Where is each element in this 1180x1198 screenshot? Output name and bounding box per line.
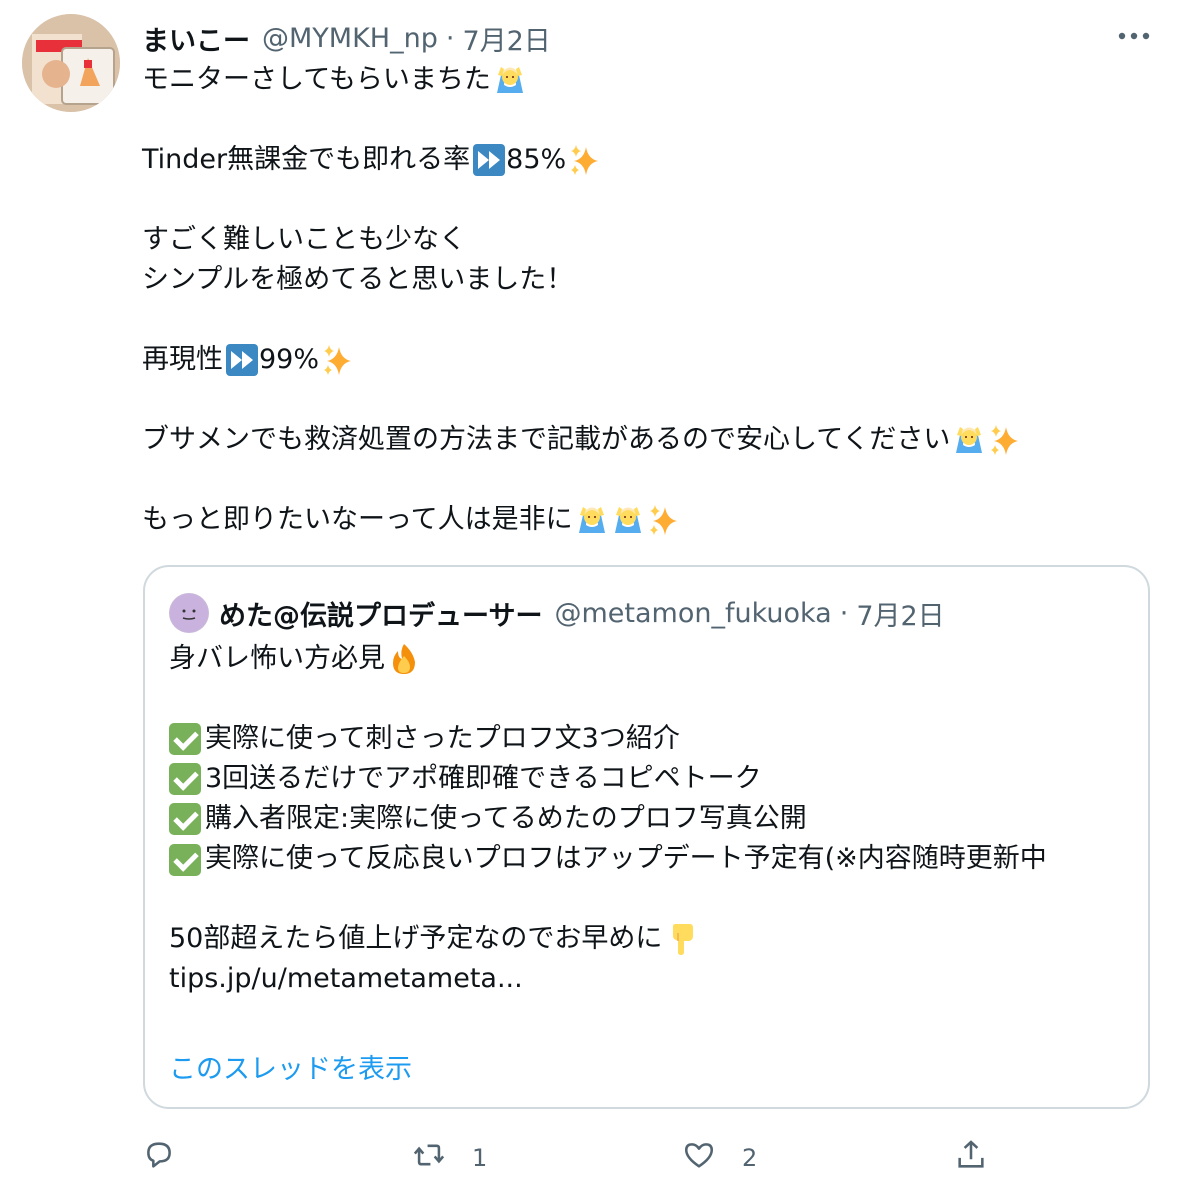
raising-hands-person-emoji-icon <box>575 503 609 537</box>
tweet-line: ブサメンでも救済処置の方法まで記載があるので安心してください <box>142 420 1152 460</box>
like-button[interactable]: 2 <box>682 1134 757 1182</box>
like-count: 2 <box>742 1144 758 1172</box>
tweet-line-text: 再現性 <box>142 344 223 375</box>
tweet-line-text: ブサメンでも救済処置の方法まで記載があるので安心してください <box>142 424 951 455</box>
share-icon <box>954 1138 988 1178</box>
tweet-line-text: シンプルを極めてると思いました！ <box>142 264 574 295</box>
check-mark-icon <box>169 723 201 755</box>
retweet-button[interactable]: 1 <box>412 1134 487 1182</box>
tweet-line-text: モニターさしてもらいまちた <box>142 64 491 95</box>
like-icon <box>682 1138 716 1178</box>
avatar-image <box>22 14 120 112</box>
tweet-actions: 1 2 <box>142 1134 1042 1182</box>
fast-forward-icon <box>225 343 259 377</box>
quoted-line-blank <box>169 679 1129 719</box>
retweet-count: 1 <box>472 1144 488 1172</box>
raising-hands-person-emoji-icon <box>952 423 986 457</box>
tweet-date[interactable]: 7月2日 <box>462 19 550 58</box>
sparkles-icon <box>321 343 355 377</box>
quoted-line-text: 50部超えたら値上げ予定なのでお早めに <box>169 923 663 954</box>
fire-icon <box>387 642 421 676</box>
author-name[interactable]: まいこー <box>142 19 250 58</box>
quoted-link[interactable]: tips.jp/u/metametameta... <box>169 959 523 999</box>
tweet-line-blank <box>142 460 1152 500</box>
share-button[interactable] <box>954 1134 988 1182</box>
reply-icon <box>142 1138 176 1178</box>
quoted-line-text: 実際に使って刺さったプロフ文3つ紹介 <box>205 723 680 754</box>
show-thread-link[interactable]: このスレッドを表示 <box>169 1047 412 1086</box>
quoted-line: 実際に使って刺さったプロフ文3つ紹介 <box>169 719 1129 759</box>
author-avatar[interactable] <box>22 14 120 112</box>
quoted-author-avatar <box>169 593 209 633</box>
quoted-line-text: 実際に使って反応良いプロフはアップデート予定有(※内容随時更新中 <box>205 843 1047 874</box>
sparkles-icon <box>568 143 602 177</box>
quoted-line: 実際に使って反応良いプロフはアップデート予定有(※内容随時更新中 <box>169 839 1129 879</box>
tweet-line-blank <box>142 100 1152 140</box>
sparkles-icon <box>988 423 1022 457</box>
header-separator: · <box>445 22 455 54</box>
raising-hands-person-emoji-icon <box>493 63 527 97</box>
quoted-author-name: めた@伝説プロデューサー <box>219 600 543 632</box>
tweet-line-text: もっと即りたいなーって人は是非に <box>142 504 573 535</box>
quoted-line: 身バレ怖い方必見 <box>169 639 1129 679</box>
quoted-tweet-card[interactable]: めた@伝説プロデューサー @metamon_fukuoka · 7月2日 身バレ… <box>143 565 1150 1109</box>
tweet-line-blank <box>142 180 1152 220</box>
quoted-line: 3回送るだけでアポ確即確できるコピペトーク <box>169 759 1129 799</box>
quoted-line-text: 身バレ怖い方必見 <box>169 643 385 674</box>
more-icon[interactable] <box>1112 18 1156 54</box>
tweet-text: モニターさしてもらいまちた Tinder無課金でも即れる率 85% すごく難しい… <box>142 60 1152 540</box>
author-handle[interactable]: @MYMKH_np <box>262 23 438 54</box>
tweet-line-percent: 85% <box>506 144 567 175</box>
fast-forward-icon <box>472 143 506 177</box>
quoted-author-handle: @metamon_fukuoka <box>554 597 832 629</box>
quoted-line: 50部超えたら値上げ予定なのでお早めに <box>169 919 1129 959</box>
quoted-tweet-header: めた@伝説プロデューサー @metamon_fukuoka · 7月2日 <box>169 591 945 635</box>
check-mark-icon <box>169 763 201 795</box>
check-mark-icon <box>169 843 201 876</box>
pointing-down-icon <box>664 922 698 956</box>
tweet-header: まいこー @MYMKH_np · 7月2日 <box>142 18 551 58</box>
tweet-line-blank <box>142 380 1152 420</box>
tweet-line: シンプルを極めてると思いました！ <box>142 260 1152 300</box>
tweet-line: 再現性 99% <box>142 340 1152 380</box>
tweet-line-percent: 99% <box>259 344 320 375</box>
check-mark-icon <box>169 803 201 835</box>
tweet-line: モニターさしてもらいまちた <box>142 60 1152 100</box>
tweet-line: すごく難しいことも少なく <box>142 220 1152 260</box>
quoted-tweet-text: 身バレ怖い方必見 実際に使って刺さったプロフ文3つ紹介 3回送るだけでアポ確即確… <box>169 639 1129 999</box>
quoted-header-separator: · <box>839 597 849 629</box>
quoted-line-text: 3回送るだけでアポ確即確できるコピペトーク <box>205 763 762 794</box>
reply-button[interactable] <box>142 1134 202 1182</box>
quoted-line-blank <box>169 879 1129 919</box>
retweet-icon <box>412 1138 446 1178</box>
tweet-line-text: すごく難しいことも少なく <box>142 224 466 255</box>
quoted-tweet-date: 7月2日 <box>856 600 945 632</box>
tweet-line-text: Tinder無課金でも即れる率 <box>142 144 471 175</box>
quoted-line-text: 購入者限定:実際に使ってるめたのプロフ写真公開 <box>205 803 807 834</box>
quoted-line: 購入者限定:実際に使ってるめたのプロフ写真公開 <box>169 799 1129 839</box>
tweet-line-blank <box>142 300 1152 340</box>
sparkles-icon <box>647 503 681 537</box>
quoted-line: tips.jp/u/metametameta... <box>169 959 1129 999</box>
raising-hands-person-emoji-icon <box>611 503 645 537</box>
tweet-line: Tinder無課金でも即れる率 85% <box>142 140 1152 180</box>
tweet-line: もっと即りたいなーって人は是非に <box>142 500 1152 540</box>
